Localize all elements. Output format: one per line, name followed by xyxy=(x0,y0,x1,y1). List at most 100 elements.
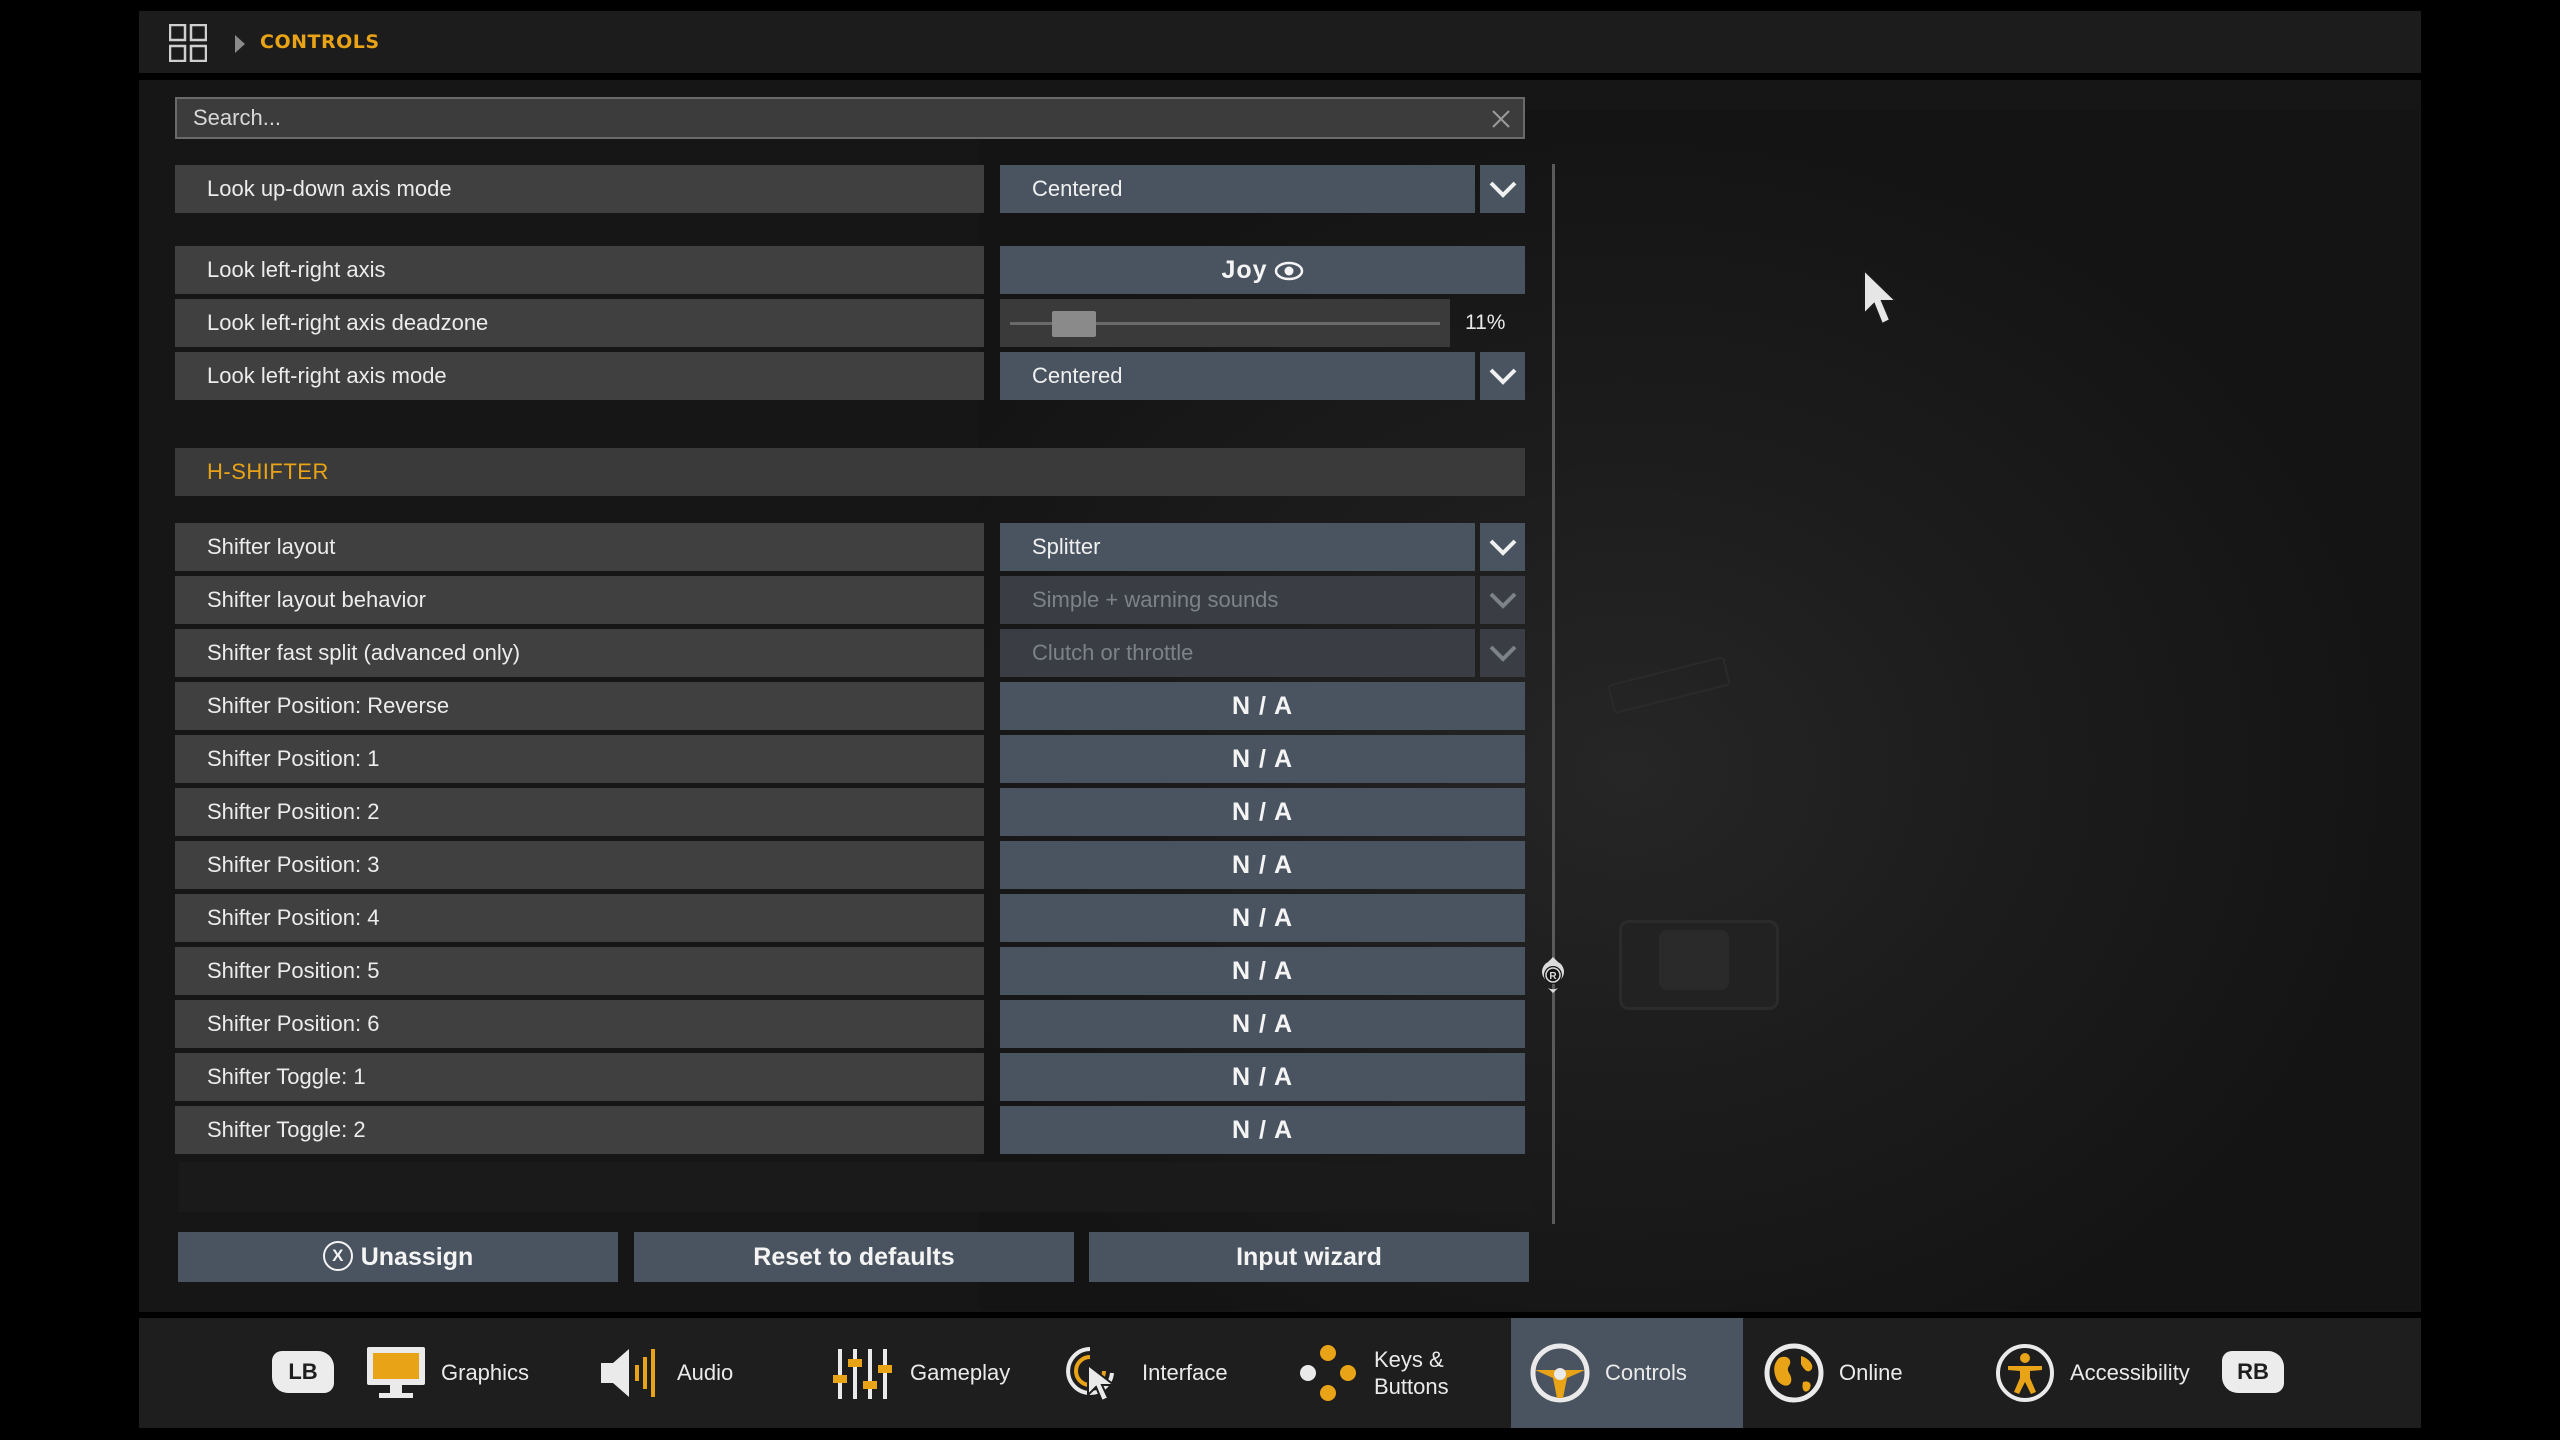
deadzone-value: 11% xyxy=(1465,311,1506,334)
tab-label: Online xyxy=(1839,1360,1903,1385)
binding-button[interactable]: N / A xyxy=(1000,735,1525,783)
binding-button[interactable]: N / A xyxy=(1000,1106,1525,1154)
binding-label: Shifter Position: 2 xyxy=(175,788,984,836)
section-header-h-shifter: H-SHIFTER xyxy=(175,448,1525,496)
binding-value: Joy xyxy=(1221,256,1268,284)
look-lr-mode-dropdown[interactable]: Centered xyxy=(1000,352,1475,400)
scrollbar-track[interactable] xyxy=(1552,164,1555,1224)
shifter-fast-split-dropdown[interactable]: Clutch or throttle xyxy=(1000,629,1475,677)
binding-label: Shifter Position: 6 xyxy=(175,1000,984,1048)
search-box[interactable] xyxy=(175,97,1525,139)
setting-label: Look left-right axis xyxy=(175,246,984,294)
tab-gameplay[interactable]: Gameplay xyxy=(832,1318,1010,1428)
tab-keys-buttons[interactable]: Keys & Buttons xyxy=(1296,1318,1449,1428)
tab-accessibility[interactable]: Accessibility xyxy=(1994,1318,2190,1428)
deadzone-slider[interactable] xyxy=(1000,299,1450,347)
chevron-down-icon[interactable] xyxy=(1480,165,1525,213)
binding-row: Shifter Position: 5 N / A xyxy=(175,947,1525,995)
tab-label: Gameplay xyxy=(910,1360,1011,1385)
scroll-thumb-glyph: R xyxy=(1549,971,1557,982)
unassign-button[interactable]: X Unassign xyxy=(178,1232,618,1282)
binding-button[interactable]: N / A xyxy=(1000,894,1525,942)
binding-button[interactable]: N / A xyxy=(1000,1000,1525,1048)
setting-row: Shifter layout behavior Simple + warning… xyxy=(175,576,1525,624)
eye-icon xyxy=(1274,262,1303,281)
tab-label: Graphics xyxy=(441,1360,530,1385)
binding-label: Shifter Position: 1 xyxy=(175,735,984,783)
description-bar xyxy=(179,1162,1531,1212)
category-tab-bar: LB Graphics Audio Gameplay Interface Key… xyxy=(139,1318,2421,1428)
setting-label: Look left-right axis deadzone xyxy=(175,299,984,347)
binding-row: Shifter Position: 3 N / A xyxy=(175,841,1525,889)
chevron-down-icon[interactable] xyxy=(1480,576,1525,624)
input-wizard-button[interactable]: Input wizard xyxy=(1089,1232,1529,1282)
speaker-icon xyxy=(601,1349,655,1397)
binding-row: Shifter Toggle: 1 N / A xyxy=(175,1053,1525,1101)
reset-defaults-button[interactable]: Reset to defaults xyxy=(634,1232,1074,1282)
binding-button[interactable]: N / A xyxy=(1000,788,1525,836)
tab-audio[interactable]: Audio xyxy=(599,1318,733,1428)
binding-row: Shifter Position: Reverse N / A xyxy=(175,682,1525,730)
breadcrumb[interactable]: CONTROLS xyxy=(260,31,380,53)
binding-label: Shifter Position: 3 xyxy=(175,841,984,889)
search-input[interactable] xyxy=(177,99,1523,137)
monitor-icon xyxy=(367,1347,425,1398)
tab-controls[interactable]: Controls xyxy=(1511,1318,1743,1428)
binding-row: Shifter Position: 6 N / A xyxy=(175,1000,1525,1048)
look-ud-mode-dropdown[interactable]: Centered xyxy=(1000,165,1475,213)
binding-row: Shifter Position: 1 N / A xyxy=(175,735,1525,783)
setting-row: Look left-right axis Joy xyxy=(175,246,1525,294)
mouse-cursor-icon xyxy=(1863,268,1899,326)
tab-label-line2: Buttons xyxy=(1374,1374,1449,1399)
controls-panel: Look up-down axis mode Centered Look lef… xyxy=(139,80,2421,1312)
setting-row: Shifter layout Splitter xyxy=(175,523,1525,571)
pointer-click-icon xyxy=(1066,1347,1117,1403)
grid-menu-icon[interactable] xyxy=(169,24,207,62)
setting-row: Look left-right axis mode Centered xyxy=(175,352,1525,400)
binding-label: Shifter Position: 4 xyxy=(175,894,984,942)
tab-label: Audio xyxy=(677,1360,734,1385)
background-truck-lamp-inner xyxy=(1659,930,1729,990)
binding-button[interactable]: N / A xyxy=(1000,841,1525,889)
look-lr-axis-binding[interactable]: Joy xyxy=(1000,246,1525,294)
setting-label: Shifter layout behavior xyxy=(175,576,984,624)
rb-bumper-icon[interactable]: RB xyxy=(2222,1351,2284,1393)
setting-label: Shifter layout xyxy=(175,523,984,571)
unassign-label: Unassign xyxy=(360,1243,474,1271)
tab-interface[interactable]: Interface xyxy=(1064,1318,1228,1428)
scroll-thumb-icon[interactable]: R xyxy=(1539,956,1567,994)
shifter-behavior-dropdown[interactable]: Simple + warning sounds xyxy=(1000,576,1475,624)
binding-button[interactable]: N / A xyxy=(1000,682,1525,730)
x-button-icon: X xyxy=(322,1241,353,1272)
setting-label: Shifter fast split (advanced only) xyxy=(175,629,984,677)
tab-label: Controls xyxy=(1605,1360,1687,1385)
binding-button[interactable]: N / A xyxy=(1000,1053,1525,1101)
close-icon[interactable] xyxy=(1491,109,1511,129)
slider-thumb[interactable] xyxy=(1052,311,1097,337)
binding-button[interactable]: N / A xyxy=(1000,947,1525,995)
globe-icon xyxy=(1764,1343,1824,1403)
tab-label-line1: Keys & xyxy=(1374,1347,1444,1372)
binding-label: Shifter Toggle: 2 xyxy=(175,1106,984,1154)
setting-row: Shifter fast split (advanced only) Clutc… xyxy=(175,629,1525,677)
tab-label: Accessibility xyxy=(2070,1360,2190,1385)
tab-label: Keys & Buttons xyxy=(1374,1346,1449,1400)
chevron-down-icon[interactable] xyxy=(1480,629,1525,677)
shifter-layout-dropdown[interactable]: Splitter xyxy=(1000,523,1475,571)
chevron-down-icon[interactable] xyxy=(1480,352,1525,400)
tab-label: Interface xyxy=(1142,1360,1228,1385)
steering-wheel-icon xyxy=(1530,1343,1590,1403)
binding-label: Shifter Position: 5 xyxy=(175,947,984,995)
lb-bumper-icon[interactable]: LB xyxy=(272,1351,334,1393)
binding-row: Shifter Position: 2 N / A xyxy=(175,788,1525,836)
binding-label: Shifter Toggle: 1 xyxy=(175,1053,984,1101)
top-bar: CONTROLS xyxy=(139,11,2421,73)
settings-list: Look up-down axis mode Centered Look lef… xyxy=(175,165,1525,1231)
tab-graphics[interactable]: Graphics xyxy=(365,1318,529,1428)
sliders-icon xyxy=(833,1349,892,1399)
chevron-down-icon[interactable] xyxy=(1480,523,1525,571)
tab-online[interactable]: Online xyxy=(1763,1318,1903,1428)
binding-row: Shifter Position: 4 N / A xyxy=(175,894,1525,942)
setting-label: Look up-down axis mode xyxy=(175,165,984,213)
buttons-icon xyxy=(1300,1345,1356,1401)
